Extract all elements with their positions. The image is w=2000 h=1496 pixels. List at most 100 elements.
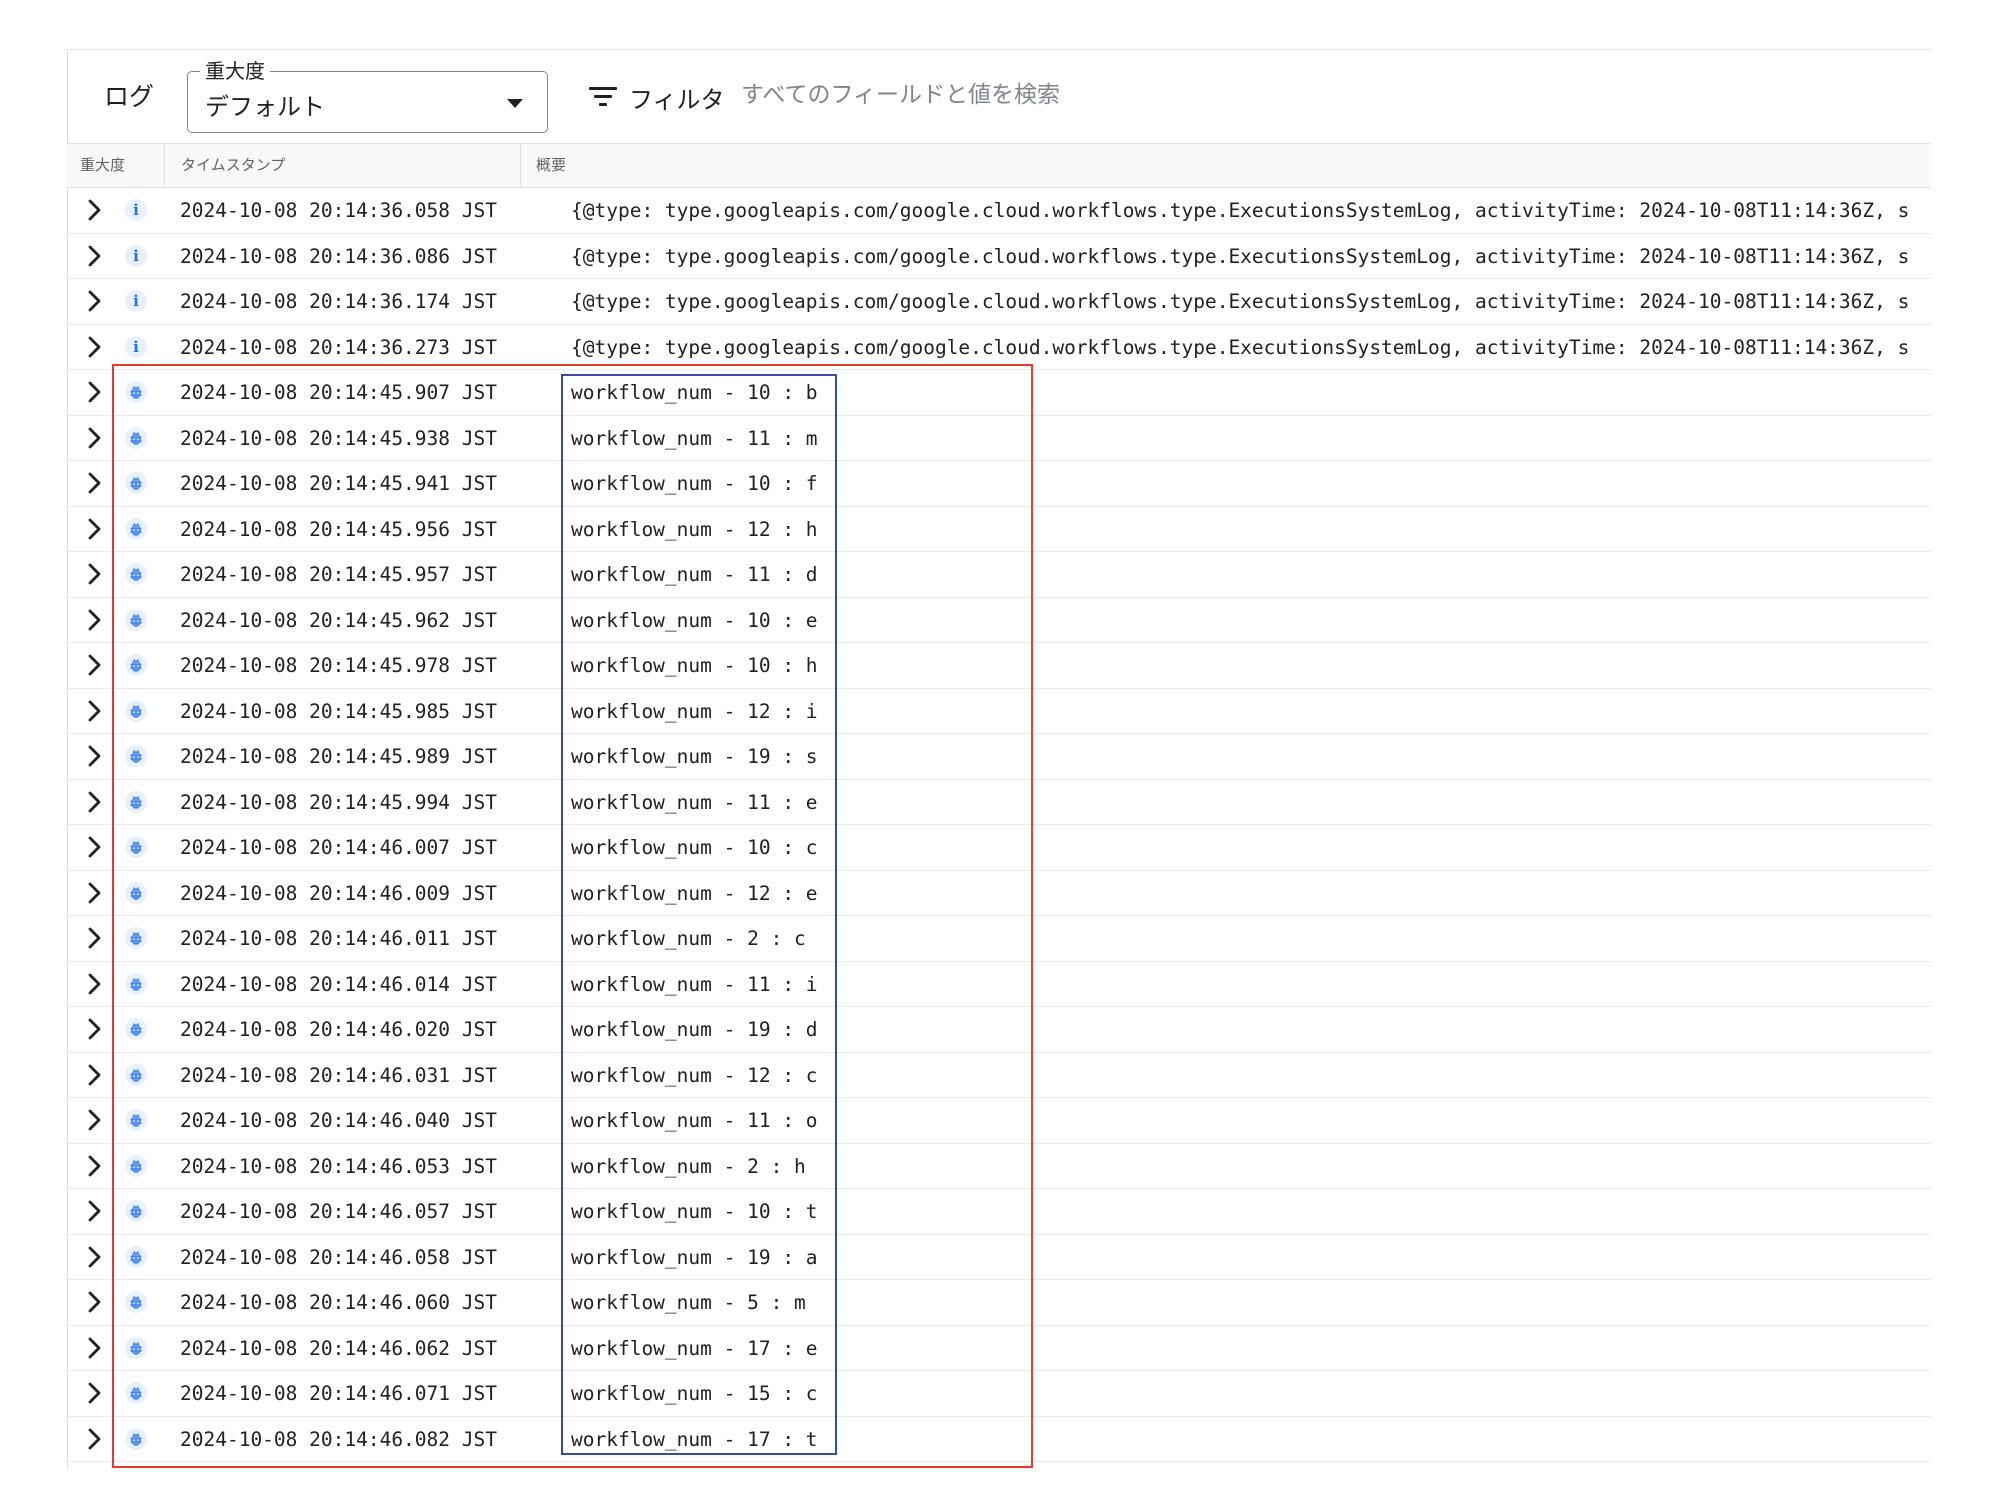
bug-icon (125, 426, 147, 449)
bug-icon (125, 927, 147, 949)
log-timestamp: 2024-10-08 20:14:46.060 JST (180, 1291, 497, 1314)
dropdown-caret-icon (507, 99, 523, 108)
filter-search-input[interactable] (741, 77, 1101, 113)
log-timestamp: 2024-10-08 20:14:46.062 JST (180, 1336, 497, 1360)
log-summary: workflow_num - 10 : b (571, 381, 818, 404)
log-summary: {@type: type.googleapis.com/google.cloud… (571, 335, 1910, 359)
chevron-right-icon[interactable] (85, 471, 105, 495)
info-icon: i (125, 290, 147, 312)
chevron-right-icon[interactable] (85, 198, 105, 222)
log-entry-row[interactable]: 2024-10-08 20:14:46.058 JST workflow_num… (67, 1235, 1931, 1280)
column-header-summary[interactable]: 概要 (521, 144, 1931, 187)
log-entry-row[interactable]: 2024-10-08 20:14:45.956 JST workflow_num… (67, 507, 1931, 552)
log-entry-row[interactable]: 2024-10-08 20:14:45.978 JST workflow_num… (67, 643, 1931, 689)
chevron-right-icon[interactable] (85, 1154, 105, 1178)
bug-icon (125, 1018, 147, 1040)
log-entry-row[interactable]: 2024-10-08 20:14:46.057 JST workflow_num… (67, 1189, 1931, 1235)
bug-icon (125, 972, 147, 995)
log-entry-row[interactable]: 2024-10-08 20:14:45.994 JST workflow_num… (67, 780, 1931, 825)
log-timestamp: 2024-10-08 20:14:46.058 JST (180, 1245, 497, 1269)
chevron-right-icon[interactable] (85, 1245, 105, 1269)
log-entry-row[interactable]: 2024-10-08 20:14:46.053 JST workflow_num… (67, 1144, 1931, 1189)
log-entry-row[interactable]: i 2024-10-08 20:14:36.174 JST {@type: ty… (67, 279, 1931, 325)
chevron-right-icon[interactable] (85, 426, 105, 450)
log-timestamp: 2024-10-08 20:14:36.174 JST (180, 290, 497, 313)
column-header-timestamp[interactable]: タイムスタンプ (165, 144, 521, 187)
chevron-right-icon[interactable] (85, 1290, 105, 1314)
chevron-right-icon[interactable] (85, 562, 105, 586)
bug-icon (125, 381, 147, 403)
chevron-right-icon[interactable] (85, 335, 105, 359)
chevron-right-icon[interactable] (85, 1108, 105, 1132)
log-entry-row[interactable]: 2024-10-08 20:14:46.009 JST workflow_num… (67, 871, 1931, 916)
logs-panel: ログ 重大度 デフォルト フィルタ 重大度 タイムスタンプ 概要 i 2024-… (67, 49, 1931, 1469)
chevron-right-icon[interactable] (85, 926, 105, 950)
log-entry-row[interactable]: 2024-10-08 20:14:46.007 JST workflow_num… (67, 825, 1931, 871)
log-entry-row[interactable]: i 2024-10-08 20:14:36.273 JST {@type: ty… (67, 325, 1931, 370)
log-timestamp: 2024-10-08 20:14:46.009 JST (180, 881, 497, 905)
chevron-right-icon[interactable] (85, 1336, 105, 1360)
log-summary: workflow_num - 19 : a (571, 1245, 818, 1269)
chevron-right-icon[interactable] (85, 699, 105, 723)
chevron-right-icon[interactable] (85, 1199, 105, 1223)
chevron-right-icon[interactable] (85, 790, 105, 814)
chevron-right-icon[interactable] (85, 289, 105, 313)
log-summary: workflow_num - 17 : e (571, 1336, 818, 1360)
log-entry-row[interactable]: 2024-10-08 20:14:45.907 JST workflow_num… (67, 370, 1931, 416)
filter-button-label[interactable]: フィルタ (629, 80, 725, 115)
info-icon: i (125, 335, 147, 358)
log-summary: workflow_num - 15 : c (571, 1382, 818, 1405)
log-summary: workflow_num - 11 : i (571, 972, 818, 996)
log-entry-row[interactable]: 2024-10-08 20:14:46.011 JST workflow_num… (67, 916, 1931, 962)
log-summary: {@type: type.googleapis.com/google.cloud… (571, 199, 1910, 222)
chevron-right-icon[interactable] (85, 1063, 105, 1087)
log-entry-row[interactable]: 2024-10-08 20:14:45.985 JST workflow_num… (67, 689, 1931, 734)
chevron-right-icon[interactable] (85, 1017, 105, 1041)
log-entry-row[interactable]: 2024-10-08 20:14:46.062 JST workflow_num… (67, 1326, 1931, 1371)
log-timestamp: 2024-10-08 20:14:45.989 JST (180, 745, 497, 768)
log-summary: workflow_num - 12 : c (571, 1063, 818, 1087)
chevron-right-icon[interactable] (85, 653, 105, 677)
column-header-severity[interactable]: 重大度 (67, 144, 165, 187)
chevron-right-icon[interactable] (85, 972, 105, 996)
bug-icon (125, 1063, 147, 1086)
log-timestamp: 2024-10-08 20:14:45.962 JST (180, 608, 497, 632)
log-entry-row[interactable]: 2024-10-08 20:14:45.941 JST workflow_num… (67, 461, 1931, 507)
log-timestamp: 2024-10-08 20:14:45.941 JST (180, 472, 497, 495)
log-entry-row[interactable]: 2024-10-08 20:14:45.989 JST workflow_num… (67, 734, 1931, 780)
chevron-right-icon[interactable] (85, 881, 105, 905)
log-entry-row[interactable]: 2024-10-08 20:14:46.014 JST workflow_num… (67, 962, 1931, 1007)
bug-icon (125, 608, 147, 631)
bug-icon (125, 790, 147, 813)
log-entry-row[interactable]: 2024-10-08 20:14:46.060 JST workflow_num… (67, 1280, 1931, 1326)
chevron-right-icon[interactable] (85, 517, 105, 541)
log-summary: workflow_num - 19 : s (571, 745, 818, 768)
chevron-right-icon[interactable] (85, 744, 105, 768)
bug-icon (125, 699, 147, 722)
log-timestamp: 2024-10-08 20:14:45.985 JST (180, 699, 497, 723)
log-entries-list: i 2024-10-08 20:14:36.058 JST {@type: ty… (67, 188, 1931, 1462)
log-entry-row[interactable]: 2024-10-08 20:14:46.031 JST workflow_num… (67, 1053, 1931, 1098)
log-entry-row[interactable]: 2024-10-08 20:14:46.020 JST workflow_num… (67, 1007, 1931, 1053)
log-entry-row[interactable]: 2024-10-08 20:14:45.957 JST workflow_num… (67, 552, 1931, 598)
bug-icon (125, 654, 147, 676)
log-timestamp: 2024-10-08 20:14:36.273 JST (180, 335, 497, 359)
chevron-right-icon[interactable] (85, 835, 105, 859)
chevron-right-icon[interactable] (85, 380, 105, 404)
chevron-right-icon[interactable] (85, 1381, 105, 1405)
log-entry-row[interactable]: 2024-10-08 20:14:45.938 JST workflow_num… (67, 416, 1931, 461)
chevron-right-icon[interactable] (85, 608, 105, 632)
log-entry-row[interactable]: i 2024-10-08 20:14:36.086 JST {@type: ty… (67, 234, 1931, 279)
log-entry-row[interactable]: 2024-10-08 20:14:46.071 JST workflow_num… (67, 1371, 1931, 1417)
filter-icon[interactable] (589, 87, 617, 109)
severity-dropdown[interactable]: 重大度 デフォルト (187, 55, 548, 133)
log-summary: workflow_num - 19 : d (571, 1018, 818, 1041)
log-entry-row[interactable]: i 2024-10-08 20:14:36.058 JST {@type: ty… (67, 188, 1931, 234)
log-entry-row[interactable]: 2024-10-08 20:14:45.962 JST workflow_num… (67, 598, 1931, 643)
log-entry-row[interactable]: 2024-10-08 20:14:46.082 JST workflow_num… (67, 1417, 1931, 1462)
log-entry-row[interactable]: 2024-10-08 20:14:46.040 JST workflow_num… (67, 1098, 1931, 1144)
log-summary: workflow_num - 11 : e (571, 790, 818, 814)
chevron-right-icon[interactable] (85, 1427, 105, 1451)
chevron-right-icon[interactable] (85, 244, 105, 268)
log-summary: workflow_num - 10 : e (571, 608, 818, 632)
